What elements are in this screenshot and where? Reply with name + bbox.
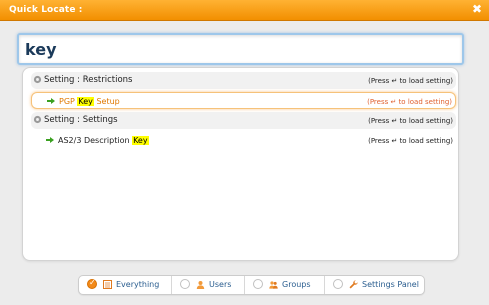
match-highlight: Key: [77, 97, 94, 106]
wrench-icon: [349, 280, 358, 289]
filter-label: Everything: [116, 280, 160, 289]
user-icon: [196, 281, 205, 289]
filter-groups[interactable]: Groups: [245, 276, 325, 294]
result-item-pgp-key-setup[interactable]: PGP Key Setup (Press ↵ to load setting): [31, 92, 456, 109]
result-group-restrictions: Setting : Restrictions (Press ↵ to load …: [31, 72, 456, 89]
close-icon[interactable]: ✖: [472, 2, 482, 16]
gear-icon: [33, 115, 42, 124]
group-label: Setting : Settings: [44, 115, 118, 125]
gear-icon: [33, 75, 42, 84]
filter-label: Users: [209, 280, 232, 289]
radio-checked[interactable]: [87, 278, 97, 289]
match-highlight: Key: [132, 136, 149, 145]
list-icon: [103, 280, 112, 289]
window-title: Quick Locate :: [9, 5, 83, 15]
group-label: Setting : Restrictions: [44, 75, 133, 85]
filter-label: Settings Panel: [362, 280, 419, 289]
results-panel: Setting : Restrictions (Press ↵ to load …: [22, 67, 459, 261]
filter-settings-panel[interactable]: Settings Panel: [325, 276, 424, 294]
radio-unchecked[interactable]: [333, 279, 343, 289]
load-hint: (Press ↵ to load setting): [368, 77, 453, 85]
load-hint: (Press ↵ to load setting): [368, 117, 453, 125]
radio-unchecked[interactable]: [253, 279, 263, 289]
search-input[interactable]: [17, 33, 464, 65]
filter-everything[interactable]: Everything: [79, 276, 172, 294]
filter-users[interactable]: Users: [172, 276, 245, 294]
result-item-label: PGP Key Setup: [59, 97, 120, 106]
radio-unchecked[interactable]: [180, 279, 190, 289]
filter-label: Groups: [282, 280, 311, 289]
load-hint: (Press ↵ to load setting): [368, 137, 453, 145]
filter-bar: Everything Users Groups Settings Panel: [78, 275, 425, 295]
load-hint: (Press ↵ to load setting): [367, 98, 452, 106]
result-group-settings: Setting : Settings (Press ↵ to load sett…: [31, 112, 456, 129]
arrow-right-icon: [46, 137, 54, 143]
title-bar: Quick Locate : ✖: [0, 0, 489, 21]
arrow-right-icon: [47, 98, 55, 104]
result-item-label: AS2/3 Description Key: [58, 136, 149, 145]
result-item-as2-description-key[interactable]: AS2/3 Description Key (Press ↵ to load s…: [31, 132, 456, 149]
group-icon: [269, 281, 278, 289]
